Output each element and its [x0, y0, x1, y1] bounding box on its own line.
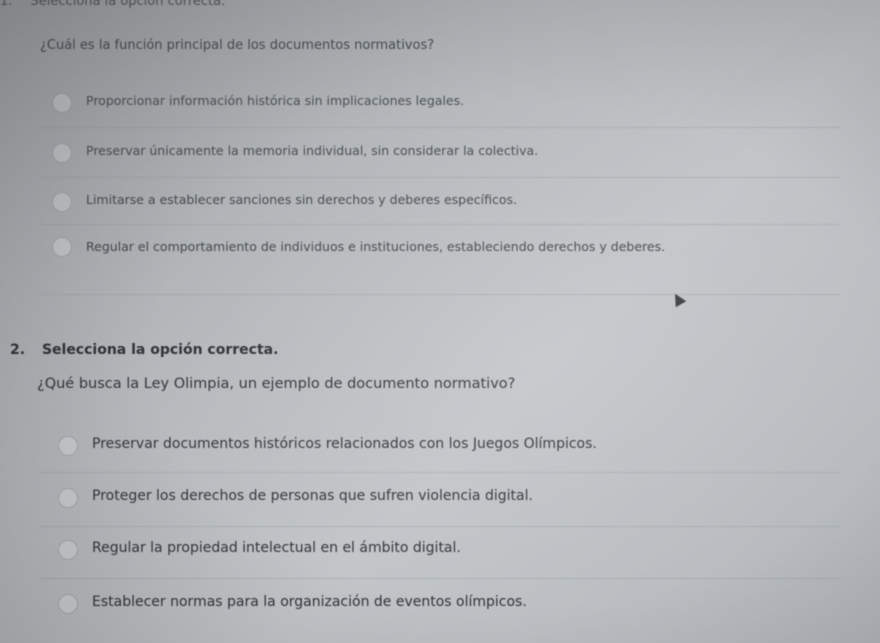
- q2-option-1[interactable]: Preservar documentos históricos relacion…: [58, 436, 597, 456]
- radio-button[interactable]: [58, 488, 78, 508]
- q1-option-1[interactable]: Proporcionar información histórica sin i…: [52, 93, 464, 113]
- option-label: Regular el comportamiento de individuos …: [86, 239, 666, 254]
- option-label: Proteger los derechos de personas que su…: [92, 488, 533, 504]
- q2-option-3[interactable]: Regular la propiedad intelectual en el á…: [58, 540, 461, 560]
- question-number: 2.: [10, 342, 26, 358]
- radio-button[interactable]: [58, 594, 78, 614]
- option-label: Proporcionar información histórica sin i…: [86, 93, 465, 108]
- question-1-text: ¿Cuál es la función principal de los doc…: [40, 38, 435, 53]
- radio-button[interactable]: [58, 436, 78, 456]
- q1-option-2[interactable]: Preservar únicamente la memoria individu…: [52, 143, 538, 163]
- divider: [40, 526, 840, 527]
- divider: [40, 578, 840, 579]
- question-instruction: Selecciona la opción correcta.: [30, 0, 226, 9]
- divider: [40, 127, 840, 128]
- divider: [40, 472, 840, 473]
- divider: [40, 177, 840, 178]
- question-2-header: 2. Selecciona la opción correcta.: [10, 342, 278, 358]
- q1-option-3[interactable]: Limitarse a establecer sanciones sin der…: [52, 192, 517, 212]
- q2-option-2[interactable]: Proteger los derechos de personas que su…: [58, 488, 533, 508]
- q2-option-4[interactable]: Establecer normas para la organización d…: [58, 594, 527, 614]
- radio-button[interactable]: [58, 540, 78, 560]
- question-instruction: Selecciona la opción correcta.: [41, 342, 279, 358]
- divider: [40, 224, 840, 225]
- question-number: 1.: [0, 0, 13, 9]
- radio-button[interactable]: [52, 192, 72, 212]
- question-1-header: 1. Selecciona la opción correcta.: [0, 0, 225, 9]
- divider: [40, 294, 840, 295]
- radio-button[interactable]: [52, 93, 72, 113]
- option-label: Limitarse a establecer sanciones sin der…: [86, 192, 518, 207]
- option-label: Regular la propiedad intelectual en el á…: [92, 540, 461, 556]
- question-2-text: ¿Qué busca la Ley Olimpia, un ejemplo de…: [37, 376, 516, 392]
- radio-button[interactable]: [52, 237, 72, 257]
- option-label: Preservar únicamente la memoria individu…: [86, 143, 539, 158]
- option-label: Establecer normas para la organización d…: [92, 594, 527, 610]
- quiz-page: 1. Selecciona la opción correcta. ¿Cuál …: [0, 0, 880, 643]
- radio-button[interactable]: [52, 143, 72, 163]
- q1-option-4[interactable]: Regular el comportamiento de individuos …: [52, 237, 772, 257]
- option-label: Preservar documentos históricos relacion…: [92, 436, 597, 452]
